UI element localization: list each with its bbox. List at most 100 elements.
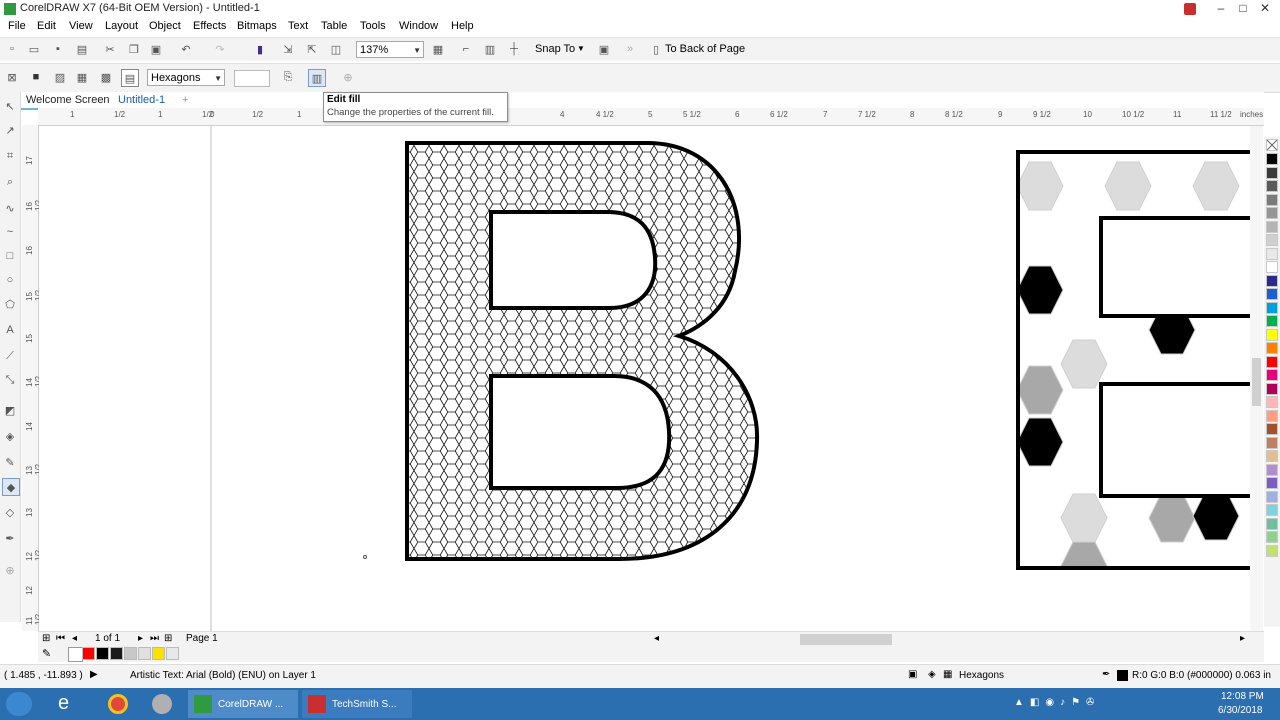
no-color-swatch[interactable] [1266, 139, 1278, 151]
palette-swatch[interactable] [1266, 477, 1278, 489]
document-palette-swatch[interactable] [138, 647, 151, 660]
smart-fill-tool-icon[interactable]: ◇ [2, 504, 18, 520]
user-icon[interactable] [1184, 3, 1196, 15]
palette-swatch[interactable] [1266, 396, 1278, 408]
palette-swatch[interactable] [1266, 409, 1278, 422]
palette-swatch[interactable] [1266, 274, 1278, 287]
palette-swatch[interactable] [1266, 517, 1278, 530]
search-content-icon[interactable]: ▮ [252, 41, 268, 57]
print-icon[interactable]: ▤ [74, 41, 90, 57]
transparency-tool-icon[interactable]: ◈ [2, 428, 18, 444]
add-tool-icon[interactable]: ⊕ [2, 562, 18, 578]
palette-swatch[interactable] [1266, 504, 1278, 516]
palette-swatch[interactable] [1266, 369, 1278, 381]
fill-icon[interactable]: ▣ [908, 669, 917, 680]
redo-icon[interactable]: ↷ [212, 41, 228, 57]
outline-color-swatch[interactable] [1117, 670, 1128, 681]
palette-swatch[interactable] [1266, 180, 1278, 192]
vector-pattern-fill-icon[interactable]: ▦ [74, 69, 90, 85]
copy-fill-icon[interactable]: ⎘ [280, 69, 296, 85]
outline-pen-tool-icon[interactable]: ✒ [2, 530, 18, 546]
open-icon[interactable]: ▭ [26, 41, 42, 57]
snap-to-dropdown[interactable]: Snap To [535, 43, 575, 55]
palette-swatch[interactable] [1266, 247, 1278, 260]
vertical-ruler[interactable]: 17 16 1/2 16 15 1/2 15 14 1/2 14 13 1/2 … [22, 125, 43, 631]
polygon-tool-icon[interactable]: ⬠ [2, 296, 18, 312]
zoom-tool-icon[interactable]: ⌕ [2, 174, 18, 190]
palette-swatch[interactable] [1266, 328, 1278, 341]
fill-bucket-icon[interactable]: ◈ [928, 669, 936, 680]
import-icon[interactable]: ⇲ [280, 41, 296, 57]
horizontal-ruler[interactable]: 1 1/2 1 1/2 0 1/2 1 4 4 1/2 5 5 1/2 6 6 … [38, 108, 1264, 126]
drawing-canvas[interactable] [39, 126, 1264, 631]
rulers-icon[interactable]: ⌐ [458, 41, 474, 57]
no-fill-icon[interactable]: ⊠ [4, 69, 20, 85]
pick-tool-icon[interactable]: ↖ [2, 98, 18, 114]
shape-tool-icon[interactable]: ↗ [2, 122, 18, 138]
menu-text[interactable]: Text [288, 20, 308, 32]
palette-swatch[interactable] [1266, 234, 1278, 246]
expand-arrow-icon[interactable]: ▶ [90, 669, 98, 680]
palette-swatch[interactable] [1266, 382, 1278, 395]
palette-swatch[interactable] [1266, 463, 1278, 476]
drop-shadow-tool-icon[interactable]: ◩ [2, 402, 18, 418]
tab-untitled-1[interactable]: Untitled-1 [118, 94, 165, 106]
chrome-icon[interactable] [108, 694, 128, 714]
options-icon[interactable]: ▣ [596, 41, 612, 57]
menu-view[interactable]: View [69, 20, 93, 32]
taskbar-coreldraw[interactable]: CorelDRAW ... [188, 690, 298, 718]
palette-swatch[interactable] [1266, 531, 1278, 543]
menu-effects[interactable]: Effects [193, 20, 226, 32]
uniform-fill-icon[interactable]: ■ [28, 69, 44, 85]
vertical-scrollbar[interactable] [1250, 126, 1263, 631]
palette-swatch[interactable] [1266, 288, 1278, 300]
app-pinned-icon[interactable] [152, 694, 172, 714]
scroll-left-icon[interactable]: ◂ [654, 633, 659, 644]
menu-table[interactable]: Table [321, 20, 347, 32]
page-tab[interactable]: Page 1 [186, 633, 218, 644]
taskbar-techsmith[interactable]: TechSmith S... [302, 690, 412, 718]
undo-icon[interactable]: ↶ [178, 41, 194, 57]
interactive-fill-tool-icon[interactable]: ◆ [2, 478, 20, 496]
fill-preview-swatch[interactable] [234, 70, 270, 87]
document-palette-swatch[interactable] [82, 647, 95, 660]
guidelines-icon[interactable]: ┼ [506, 41, 522, 57]
document-palette-swatch[interactable] [124, 647, 137, 660]
palette-swatch[interactable] [1266, 315, 1278, 327]
palette-swatch[interactable] [1266, 261, 1278, 273]
add-icon[interactable]: ⊕ [340, 69, 356, 85]
text-tool-icon[interactable]: A [2, 322, 18, 338]
letter-b-secondary[interactable] [1016, 150, 1264, 590]
document-palette-swatch[interactable] [96, 647, 109, 660]
close-button[interactable]: ✕ [1254, 0, 1276, 18]
scroll-right-icon[interactable]: ▸ [1240, 633, 1245, 644]
grid-icon[interactable]: ▥ [482, 41, 498, 57]
palette-swatch[interactable] [1266, 450, 1278, 462]
parallel-dimension-tool-icon[interactable]: ⟋ [2, 348, 18, 364]
first-page-icon[interactable]: ⏮ [56, 633, 65, 644]
to-back-icon[interactable]: ▯ [648, 41, 664, 57]
minimize-button[interactable]: – [1210, 0, 1232, 18]
palette-swatch[interactable] [1266, 355, 1278, 368]
postscript-fill-select[interactable]: Hexagons ▼ [147, 69, 225, 86]
rectangle-tool-icon[interactable]: □ [2, 248, 18, 264]
new-tab-icon[interactable]: + [182, 94, 188, 106]
paste-icon[interactable]: ▣ [148, 41, 164, 57]
palette-swatch[interactable] [1266, 220, 1278, 233]
fountain-fill-icon[interactable]: ▨ [52, 69, 68, 85]
none-swatch[interactable] [68, 647, 83, 662]
maximize-button[interactable]: □ [1232, 0, 1254, 18]
start-button[interactable] [6, 692, 32, 716]
palette-swatch[interactable] [1266, 193, 1278, 206]
add-page-icon[interactable]: ⊞ [42, 633, 50, 644]
next-page-icon[interactable]: ▸ [138, 633, 143, 644]
outline-pen-icon[interactable]: ✒ [1102, 669, 1110, 680]
previous-page-icon[interactable]: ◂ [72, 633, 77, 644]
connector-tool-icon[interactable]: ⤡ [2, 372, 18, 388]
palette-swatch[interactable] [1266, 166, 1278, 179]
palette-swatch[interactable] [1266, 544, 1278, 557]
full-screen-icon[interactable]: ▦ [430, 41, 446, 57]
palette-swatch[interactable] [1266, 436, 1278, 449]
copy-icon[interactable]: ❐ [126, 41, 142, 57]
palette-swatch[interactable] [1266, 301, 1278, 314]
